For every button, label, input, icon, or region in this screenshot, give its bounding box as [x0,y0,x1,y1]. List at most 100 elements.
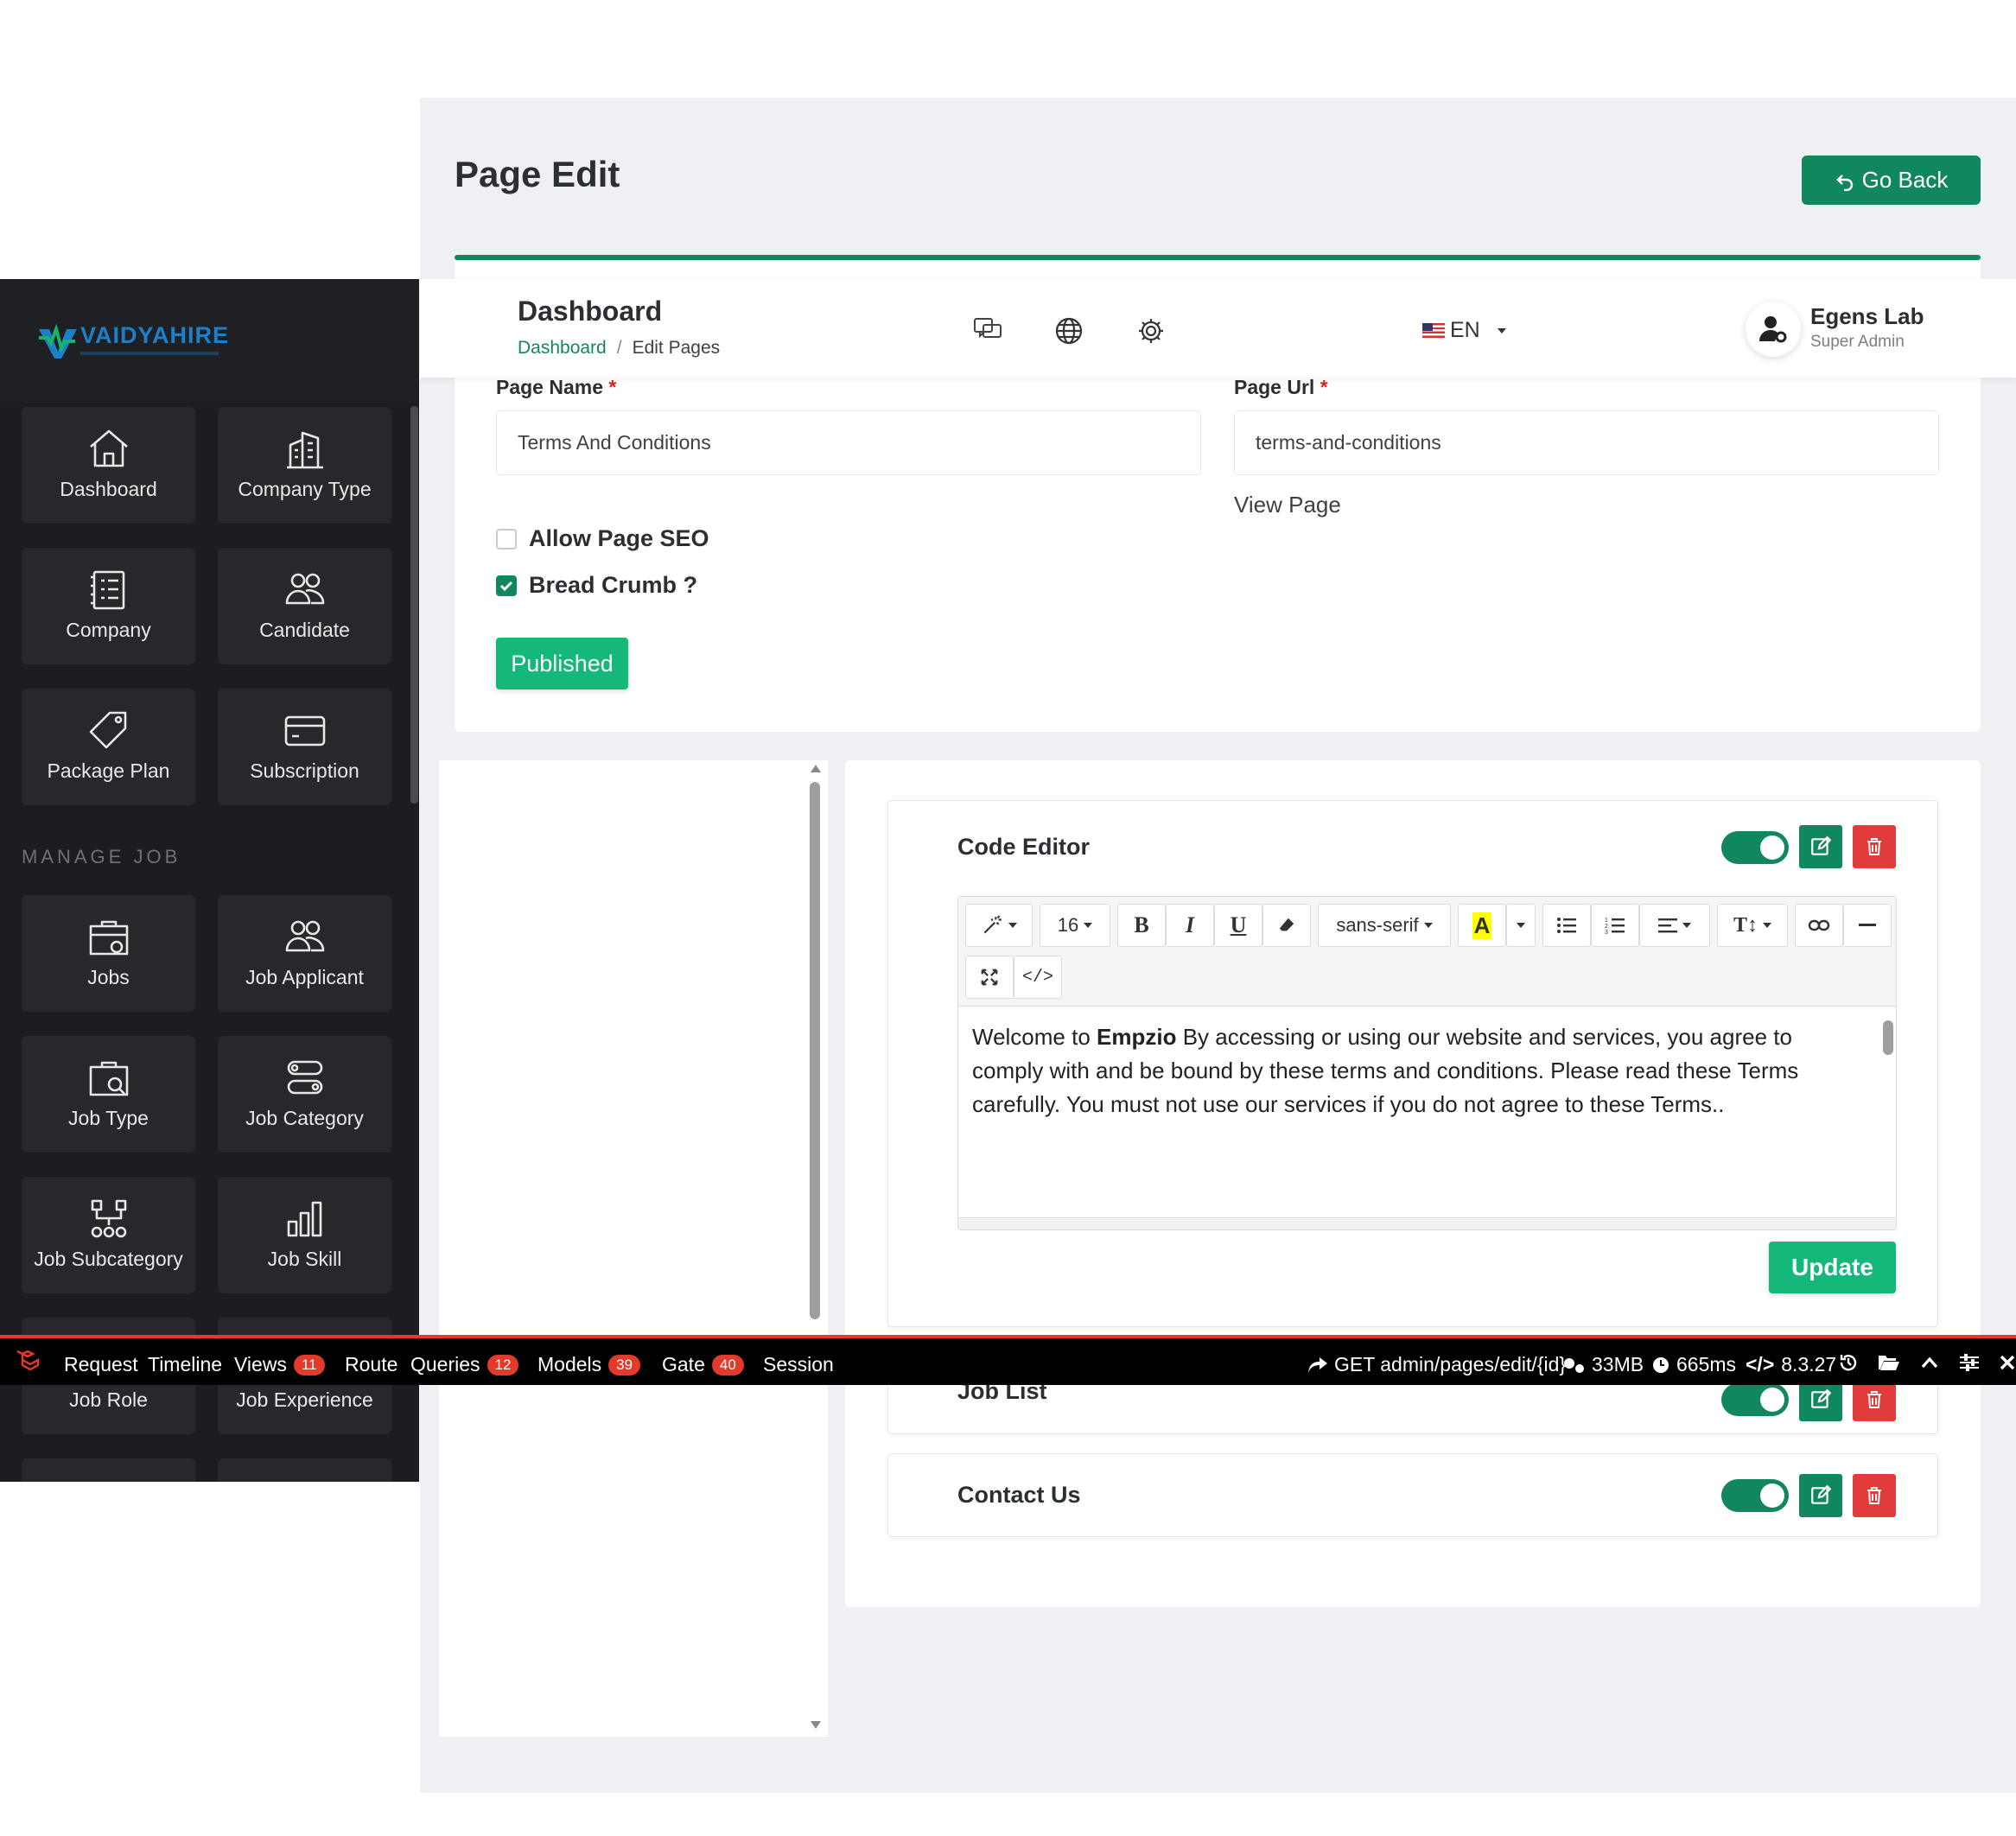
debug-tab-timeline[interactable]: Timeline [148,1353,222,1376]
debug-tab-gate[interactable]: Gate 40 [662,1353,744,1376]
sliders-icon[interactable] [1960,1354,1979,1371]
go-back-button[interactable]: Go Back [1802,156,1981,205]
code-icon: </> [1021,967,1053,988]
page-title: Page Edit [455,154,620,194]
italic-icon: I [1185,912,1195,937]
eraser-button[interactable] [1262,904,1311,947]
sidebar-item-partial[interactable] [22,1458,195,1482]
sidebar-item-dashboard[interactable]: Dashboard [22,407,195,524]
history-icon[interactable] [1839,1353,1858,1372]
folder-open-icon[interactable] [1879,1354,1899,1371]
allow-seo-row[interactable]: Allow Page SEO [496,525,709,552]
bold-button[interactable]: B [1117,904,1166,947]
sidebar-item-job-type[interactable]: Job Type [22,1036,195,1153]
editor-content[interactable]: Welcome to Empzio By accessing or using … [972,1020,1836,1121]
contact-us-card: Contact Us [887,1453,1938,1537]
breadcrumb-checkbox[interactable] [496,575,517,596]
text-color-dropdown[interactable] [1506,904,1536,947]
debug-time: 665ms [1652,1353,1736,1376]
language-selector[interactable]: EN [1422,318,1506,343]
editor-toolbar: 16 B I U sans-serif A 123 T↕ </> [958,897,1896,1007]
link-button[interactable] [1795,904,1843,947]
section-toggle[interactable] [1721,1479,1789,1512]
sidebar-item-company-type[interactable]: Company Type [218,407,391,524]
debug-tab-models[interactable]: Models 39 [537,1353,641,1376]
underline-button[interactable]: U [1214,904,1262,947]
chevron-up-icon[interactable] [1920,1356,1939,1369]
scroll-up-arrow-icon[interactable] [811,765,821,772]
brand-tagline [80,352,219,355]
top-navbar: Dashboard Dashboard / Edit Pages EN Egen… [420,279,2016,378]
editor-resize-bar[interactable] [958,1217,1896,1229]
sidebar-item-job-applicant[interactable]: Job Applicant [218,895,391,1012]
sidebar-item-job-category[interactable]: Job Category [218,1036,391,1153]
debug-tab-queries[interactable]: Queries 12 [410,1353,519,1376]
page-name-input[interactable]: Terms And Conditions [496,410,1201,475]
debug-tab-views[interactable]: Views 11 [234,1353,325,1376]
line-height-dropdown[interactable]: T↕ [1717,904,1788,947]
debug-controls [1839,1353,2015,1372]
users-icon [285,920,324,952]
sidebar-item-partial[interactable] [218,1458,391,1482]
users-icon [285,573,324,605]
editor-scrollbar[interactable] [1883,1020,1893,1055]
view-page-link[interactable]: View Page [1234,492,1341,518]
horizontal-rule-button[interactable] [1843,904,1892,947]
edit-button[interactable] [1799,825,1842,868]
unordered-list-button[interactable] [1542,904,1591,947]
edit-button[interactable] [1799,1474,1842,1517]
section-palette [439,760,828,1737]
breadcrumb-row[interactable]: Bread Crumb ? [496,572,697,599]
italic-button[interactable]: I [1166,904,1214,947]
close-icon[interactable] [2000,1355,2015,1370]
page-url-label: Page Url * [1234,376,1328,398]
laravel-logo-icon[interactable] [15,1347,41,1373]
manage-job-heading: MANAGE JOB [22,846,181,867]
brand-name[interactable]: VAIDYAHIRE [80,322,229,349]
sidebar-item-job-subcategory[interactable]: Job Subcategory [22,1177,195,1293]
sidebar-item-company[interactable]: Company [22,548,195,664]
sidebar-item-candidate[interactable]: Candidate [218,548,391,664]
debug-tab-session[interactable]: Session [763,1353,834,1376]
paragraph-align-dropdown[interactable] [1639,904,1710,947]
sidebar-item-subscription[interactable]: Subscription [218,689,391,805]
delete-button[interactable] [1853,825,1896,868]
topbar-title: Dashboard [518,295,663,327]
sidebar-item-label: Subscription [250,759,359,782]
gear-icon[interactable] [1137,317,1165,345]
code-view-button[interactable]: </> [1014,956,1062,999]
count-badge: 12 [487,1354,519,1375]
allow-seo-checkbox[interactable] [496,528,517,550]
language-label: EN [1450,318,1480,342]
page-url-input[interactable]: terms-and-conditions [1234,410,1939,475]
font-family-dropdown[interactable]: sans-serif [1318,904,1451,947]
update-button[interactable]: Update [1769,1242,1896,1293]
palette-scrollbar[interactable] [810,782,820,1319]
avatar[interactable] [1746,302,1801,357]
published-button[interactable]: Published [496,638,628,689]
magic-wand-style-button[interactable] [965,904,1033,947]
sidebar-item-package-plan[interactable]: Package Plan [22,689,195,805]
globe-icon[interactable] [1055,317,1083,345]
debug-bar: Request Timeline Views 11 Route Queries 12 Mode… [0,1335,2016,1385]
sidebar-item-label: Job Category [245,1107,364,1129]
debug-tab-route[interactable]: Route [345,1353,397,1376]
section-toggle[interactable] [1721,1383,1789,1416]
fullscreen-button[interactable] [965,956,1014,999]
text-color-button[interactable]: A [1458,904,1506,947]
debug-route: GET admin/pages/edit/{id} [1308,1353,1566,1376]
debug-tab-request[interactable]: Request [64,1353,138,1376]
breadcrumb-home-link[interactable]: Dashboard [518,338,607,359]
chat-icon[interactable] [973,317,1002,343]
sidebar-item-label: Job Subcategory [34,1248,183,1270]
sidebar-item-jobs[interactable]: Jobs [22,895,195,1012]
font-size-dropdown[interactable]: 16 [1040,904,1110,947]
section-toggle[interactable] [1721,831,1789,864]
sidebar-scrollbar[interactable] [410,406,418,804]
sidebar-item-label: Job Type [68,1107,149,1129]
ordered-list-button[interactable]: 123 [1591,904,1639,947]
scroll-down-arrow-icon[interactable] [811,1721,821,1729]
delete-button[interactable] [1853,1474,1896,1517]
breadcrumb: Dashboard / Edit Pages [518,338,720,359]
sidebar-item-job-skill[interactable]: Job Skill [218,1177,391,1293]
